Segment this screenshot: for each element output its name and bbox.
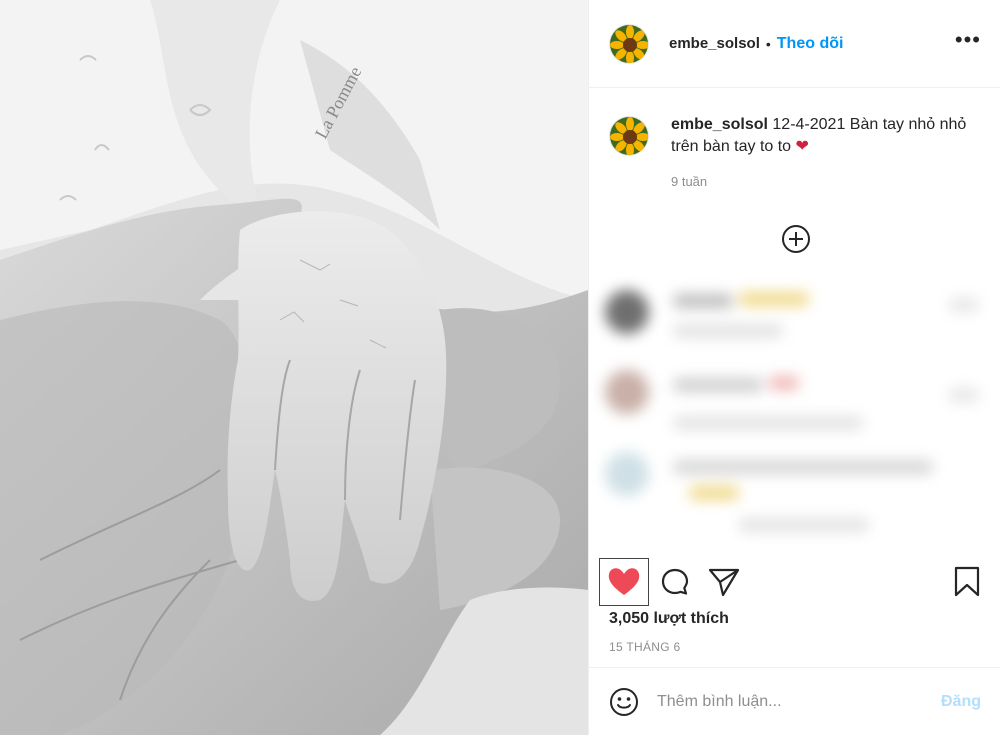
smiley-icon[interactable] bbox=[609, 687, 639, 717]
caption-avatar[interactable] bbox=[609, 116, 649, 156]
post-panel: embe_solsol • Theo dõi ••• embe_solsol 1… bbox=[588, 0, 1000, 735]
post-photo: La Pomme bbox=[0, 0, 588, 735]
header-username[interactable]: embe_solsol bbox=[669, 35, 760, 52]
caption-username[interactable]: embe_solsol bbox=[671, 116, 768, 133]
post-header: embe_solsol • Theo dõi ••• bbox=[589, 0, 1000, 88]
sunflower-avatar-icon bbox=[610, 24, 648, 63]
bookmark-icon[interactable] bbox=[953, 566, 981, 598]
blurred-comments bbox=[589, 268, 1000, 554]
caption-body: embe_solsol 12-4-2021 Bàn tay nhỏ nhỏ tr… bbox=[671, 114, 971, 189]
comment-bar: Đăng bbox=[589, 667, 1000, 735]
action-bar bbox=[589, 556, 1000, 608]
caption-text-block: embe_solsol 12-4-2021 Bàn tay nhỏ nhỏ tr… bbox=[671, 114, 971, 158]
like-button[interactable] bbox=[599, 558, 649, 606]
caption-time-ago[interactable]: 9 tuần bbox=[671, 174, 971, 189]
more-options-icon[interactable]: ••• bbox=[955, 29, 981, 51]
comment-input[interactable] bbox=[657, 692, 941, 711]
follow-button[interactable]: Theo dõi bbox=[777, 35, 844, 53]
sunflower-avatar-icon bbox=[610, 117, 648, 155]
plus-circle-icon[interactable] bbox=[781, 224, 811, 254]
heart-emoji-icon: ❤ bbox=[795, 138, 809, 155]
post-comment-button[interactable]: Đăng bbox=[941, 693, 981, 711]
comment-bubble-icon[interactable] bbox=[659, 566, 691, 598]
like-count[interactable]: 3,050 lượt thích bbox=[609, 610, 729, 628]
heart-filled-icon bbox=[608, 568, 640, 595]
paper-plane-icon[interactable] bbox=[707, 566, 741, 598]
post-date[interactable]: 15 THÁNG 6 bbox=[609, 640, 680, 654]
caption: embe_solsol 12-4-2021 Bàn tay nhỏ nhỏ tr… bbox=[609, 114, 981, 189]
separator-dot: • bbox=[765, 35, 771, 52]
avatar[interactable] bbox=[609, 23, 649, 64]
hands-image: La Pomme bbox=[0, 0, 588, 735]
